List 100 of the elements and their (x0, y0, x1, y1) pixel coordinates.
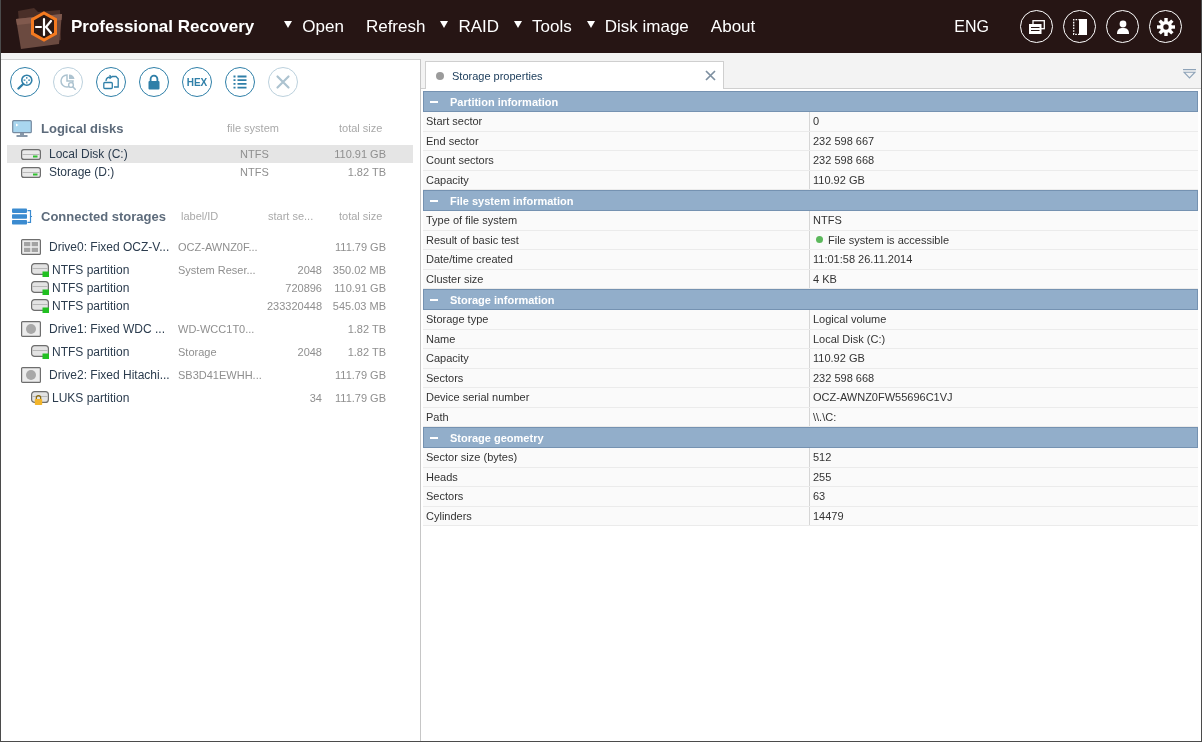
lock-button[interactable] (139, 67, 169, 97)
section-title: Storage geometry (450, 431, 544, 444)
property-label: Type of file system (426, 214, 518, 227)
property-label: Cylinders (426, 509, 472, 522)
label-text: SB3D41EWHH... (178, 369, 263, 381)
start-sector-text: 34 (308, 392, 322, 404)
size-text: 110.91 GB (333, 282, 386, 294)
size-text: 1.82 TB (346, 323, 386, 335)
partition-icon (31, 281, 49, 295)
property-value: Logical volume (813, 313, 887, 326)
tree-row[interactable]: NTFS partition System Reser... 2048 350.02 MB (1, 261, 420, 279)
user-icon (1116, 19, 1129, 34)
label-text: System Reser... (178, 264, 257, 276)
app-title: Professional Recovery (71, 16, 255, 37)
menu-item[interactable]: About (703, 10, 763, 43)
drive-icon (21, 367, 41, 383)
property-label: Storage type (426, 313, 489, 326)
scan-button[interactable] (10, 67, 40, 97)
close-icon[interactable] (705, 70, 716, 81)
sidebar-icon (1072, 18, 1087, 35)
partition-icon (31, 263, 49, 277)
label-text: Storage (178, 346, 218, 358)
collapse-icon[interactable] (430, 298, 438, 301)
property-value: 110.92 GB (813, 352, 865, 365)
magnifier-icon (17, 74, 33, 90)
property-label: Sectors (426, 371, 464, 384)
property-value: 512 (813, 451, 832, 464)
property-label: End sector (426, 134, 479, 147)
collapse-icon[interactable] (430, 436, 438, 439)
tree-row[interactable]: NTFS partition 720896 110.91 GB (1, 279, 420, 297)
stacked-cards-icon (1028, 19, 1045, 34)
partition-name: NTFS partition (52, 263, 131, 277)
collapse-icon[interactable] (430, 100, 438, 103)
partition-name: LUKS partition (52, 391, 131, 405)
menu-item[interactable]: Open (284, 10, 351, 43)
disk-name: Storage (D:) (49, 165, 116, 179)
locked-partition-icon (31, 391, 49, 405)
label-text: OCZ-AWNZ0F... (178, 241, 259, 253)
property-value: 0 (813, 115, 820, 128)
property-value: 255 (813, 470, 832, 483)
dropdown-icon[interactable] (1183, 68, 1196, 79)
partition-icon (31, 345, 49, 359)
collapse-icon[interactable] (430, 199, 438, 202)
monitor-icon (12, 119, 32, 137)
size-text: 350.02 MB (331, 264, 386, 276)
section-title: File system information (450, 194, 574, 207)
property-value: 232 598 667 (813, 134, 875, 147)
transfer-button[interactable] (96, 67, 126, 97)
pie-chart-magnifier-icon (60, 74, 76, 90)
column-header: file system (227, 122, 280, 134)
tab[interactable]: Storage properties (425, 61, 724, 89)
property-value: \\.\C: (813, 410, 837, 423)
drive-icon (21, 148, 41, 160)
property-value: 4 KB (813, 272, 837, 285)
menu-item[interactable]: RAID (440, 10, 507, 43)
section-title: Partition information (450, 95, 559, 108)
property-value: 14479 (813, 509, 844, 522)
hex-button[interactable]: HEX (182, 67, 212, 97)
close-icon (275, 74, 291, 90)
property-label: Cluster size (426, 272, 484, 285)
property-value: 63 (813, 490, 826, 503)
file-system-text: NTFS (240, 166, 270, 178)
start-sector-text: 233320448 (265, 300, 322, 312)
list-row[interactable]: Storage (D:) NTFS 1.82 TB (7, 163, 413, 181)
size-text: 111.79 GB (334, 369, 386, 381)
list-button[interactable] (225, 67, 255, 97)
property-label: Capacity (426, 173, 469, 186)
settings-icon (1156, 17, 1175, 36)
property-label: Name (426, 332, 456, 345)
tree-row[interactable]: Drive2: Fixed Hitachi... SB3D41EWHH... 111.79 GB (1, 361, 420, 389)
section-title: Connected storages (41, 208, 167, 224)
menu-item[interactable]: Refresh (358, 10, 433, 43)
property-value: Local Disk (C:) (813, 332, 886, 345)
section-title: Logical disks (41, 120, 125, 136)
partition-name: NTFS partition (52, 345, 131, 359)
property-label: Start sector (426, 115, 483, 128)
file-system-text: NTFS (240, 148, 270, 160)
drive-name: Drive2: Fixed Hitachi... (49, 368, 171, 382)
list-row[interactable]: Local Disk (C:) NTFS 110.91 GB (7, 145, 413, 163)
property-label: Path (426, 410, 449, 423)
partition-icon (31, 299, 49, 313)
size-text: 1.82 TB (346, 166, 386, 178)
drive-icon (21, 321, 41, 337)
status-dot-icon (436, 71, 444, 80)
tree-row[interactable]: LUKS partition 34 111.79 GB (1, 389, 420, 407)
server-icon (12, 207, 32, 225)
tree-row[interactable]: Drive0: Fixed OCZ-V... OCZ-AWNZ0F... 111.79 GB (1, 233, 420, 261)
partition-name: NTFS partition (52, 299, 131, 313)
property-label: Sector size (bytes) (426, 451, 518, 464)
property-value: 11:01:58 26.11.2014 (813, 253, 913, 266)
property-label: Count sectors (426, 154, 494, 167)
tree-row[interactable]: Drive1: Fixed WDC ... WD-WCC1T0... 1.82 TB (1, 315, 420, 343)
size-text: 110.91 GB (333, 148, 386, 160)
tree-row[interactable]: NTFS partition Storage 2048 1.82 TB (1, 343, 420, 361)
menu-item[interactable]: Tools (514, 10, 579, 43)
menu-item[interactable]: Disk image (586, 10, 696, 43)
language-button[interactable]: ENG (954, 17, 989, 36)
list-icon (232, 74, 248, 90)
disk-name: Local Disk (C:) (49, 147, 129, 161)
tree-row[interactable]: NTFS partition 233320448 545.03 MB (1, 297, 420, 315)
